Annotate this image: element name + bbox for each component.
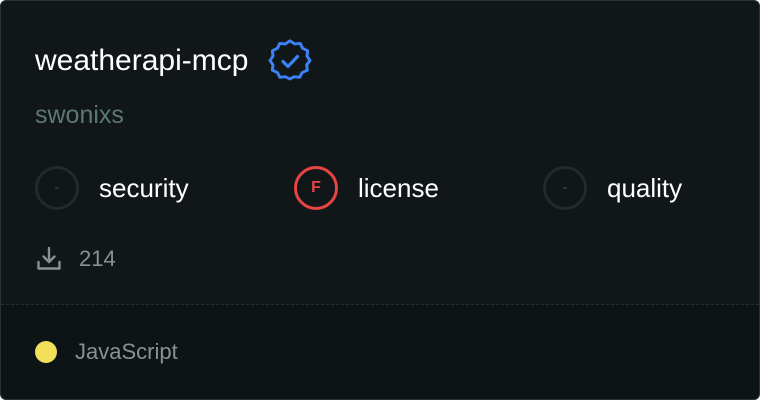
security-grade-circle: - xyxy=(35,166,79,210)
download-count: 214 xyxy=(79,246,116,271)
license-grade-circle: F xyxy=(294,166,338,210)
package-name[interactable]: weatherapi-mcp xyxy=(35,41,248,81)
score-license: F license xyxy=(294,164,439,212)
quality-grade-circle: - xyxy=(543,166,587,210)
language-info: JavaScript xyxy=(35,336,178,368)
score-security: - security xyxy=(35,164,189,212)
security-label: security xyxy=(99,173,189,203)
language-color-dot xyxy=(35,341,57,363)
card-footer: JavaScript xyxy=(1,305,759,399)
license-label: license xyxy=(358,173,439,203)
language-label: JavaScript xyxy=(75,339,178,364)
package-owner[interactable]: swonixs xyxy=(35,97,124,133)
download-icon xyxy=(35,245,63,273)
package-card[interactable]: weatherapi-mcp swonixs - security F lice… xyxy=(0,0,760,400)
title-row: weatherapi-mcp xyxy=(35,39,312,83)
quality-label: quality xyxy=(607,173,683,203)
score-row: - security F license - quality xyxy=(35,164,735,212)
downloads: 214 xyxy=(35,243,116,275)
verified-badge-icon xyxy=(268,39,312,83)
score-quality: - quality xyxy=(543,164,682,212)
